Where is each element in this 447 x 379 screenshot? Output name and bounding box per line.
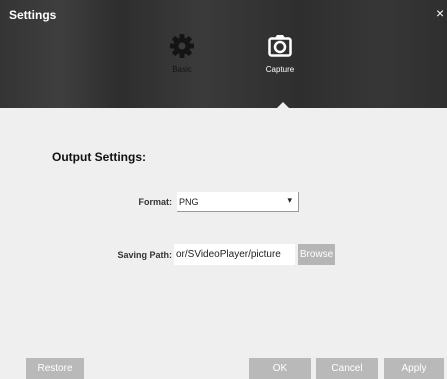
active-tab-pointer [277, 102, 289, 108]
chevron-down-icon: ▾ [287, 195, 292, 205]
saving-path-label: Saving Path: [117, 250, 172, 260]
tab-capture-label: Capture [265, 65, 295, 74]
cancel-button[interactable]: Cancel [316, 358, 378, 379]
saving-path-input[interactable] [174, 244, 295, 265]
restore-button[interactable]: Restore [26, 358, 84, 379]
close-icon[interactable]: × [436, 6, 444, 20]
gear-icon [170, 34, 194, 58]
tab-capture[interactable]: Capture [248, 33, 312, 93]
apply-button[interactable]: Apply [384, 358, 444, 379]
tab-basic[interactable]: Basic [150, 33, 214, 93]
settings-header: Settings × Basic Capture [0, 0, 447, 108]
window-title: Settings [9, 8, 57, 22]
tab-basic-label: Basic [172, 65, 192, 74]
format-value: PNG [179, 197, 199, 207]
format-label: Format: [138, 197, 173, 207]
camera-icon [268, 35, 292, 57]
ok-button[interactable]: OK [249, 358, 311, 379]
browse-button[interactable]: Browse [298, 244, 335, 265]
format-select[interactable]: PNG ▾ [177, 192, 299, 212]
section-title: Output Settings: [52, 150, 146, 164]
